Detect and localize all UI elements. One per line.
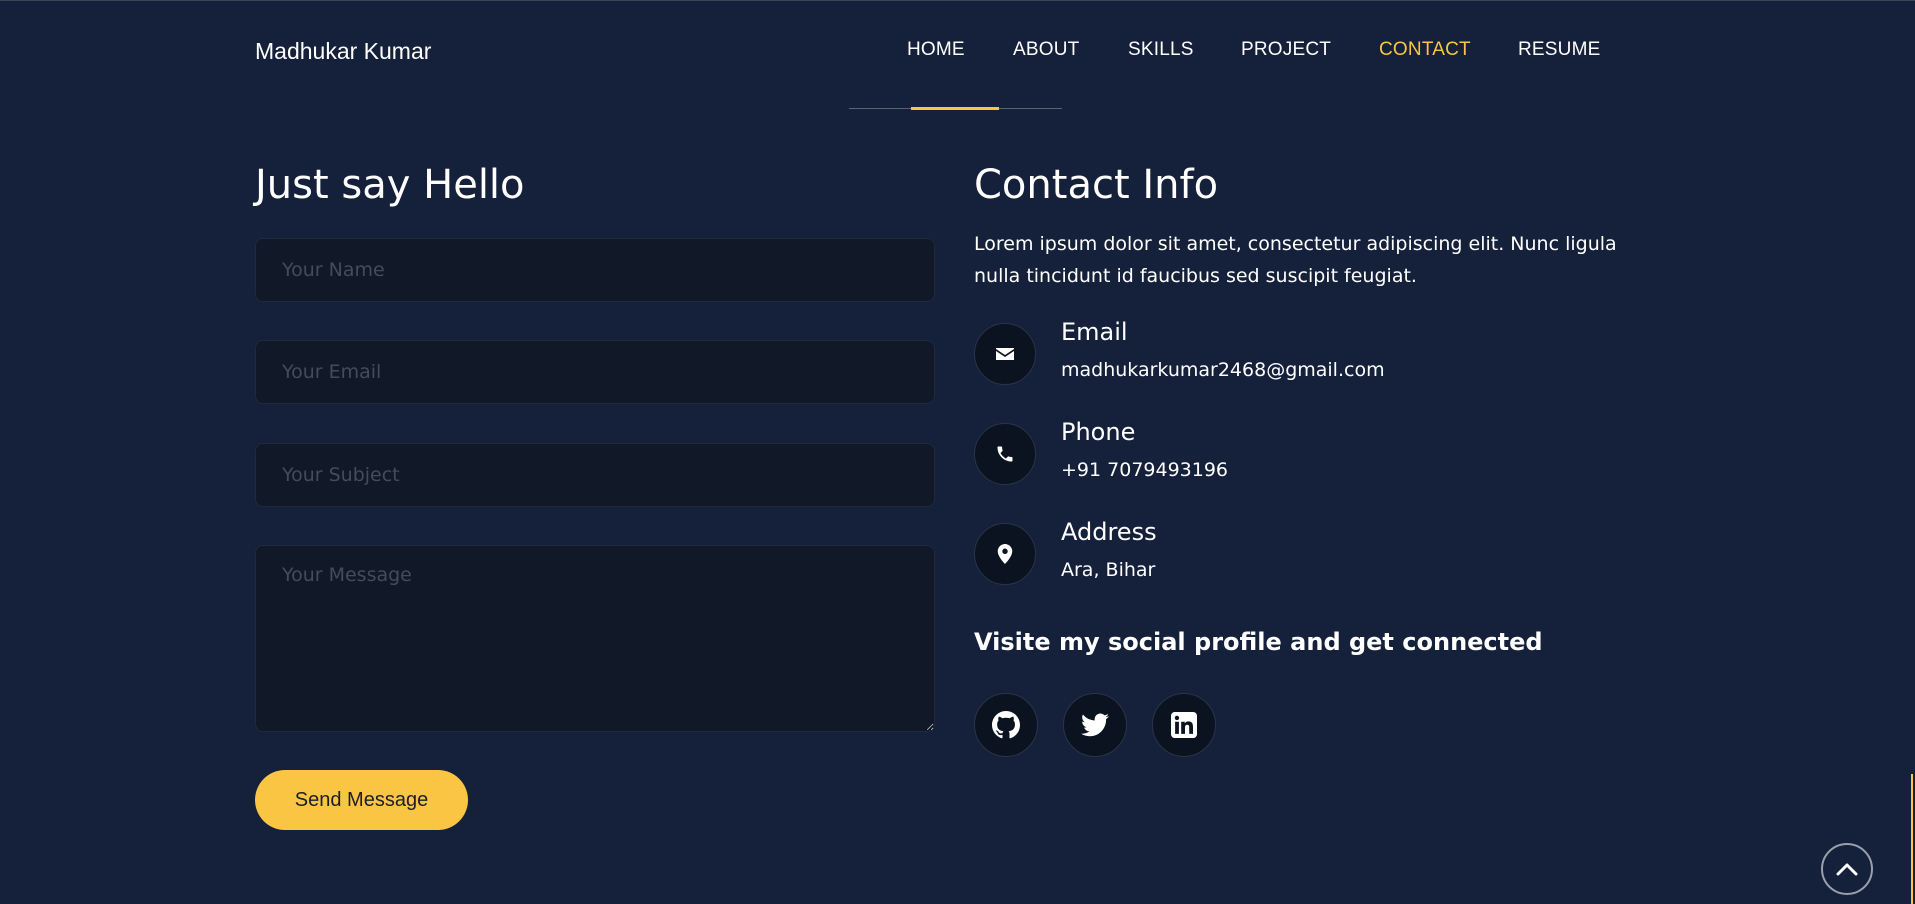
nav-item-resume[interactable]: RESUME — [1518, 39, 1601, 61]
name-field[interactable] — [255, 238, 935, 302]
nav-active-indicator — [911, 107, 999, 110]
nav-item-project[interactable]: PROJECT — [1241, 39, 1331, 61]
linkedin-icon — [1171, 712, 1197, 738]
phone-label: Phone — [1061, 418, 1136, 446]
scrollbar-indicator — [1911, 774, 1913, 904]
main-nav: HOME ABOUT SKILLS PROJECT CONTACT RESUME — [0, 39, 1915, 63]
twitter-link[interactable] — [1063, 693, 1127, 757]
message-field[interactable] — [255, 545, 935, 732]
form-title: Just say Hello — [255, 162, 525, 208]
email-field[interactable] — [255, 340, 935, 404]
email-label: Email — [1061, 318, 1128, 346]
linkedin-link[interactable] — [1152, 693, 1216, 757]
nav-item-contact[interactable]: CONTACT — [1379, 39, 1471, 61]
chevron-up-icon — [1836, 863, 1858, 876]
nav-item-skills[interactable]: SKILLS — [1128, 39, 1194, 61]
twitter-icon — [1081, 713, 1109, 737]
email-icon-circle — [974, 323, 1036, 385]
address-icon-circle — [974, 523, 1036, 585]
social-heading: Visite my social profile and get connect… — [974, 628, 1543, 656]
address-value: Ara, Bihar — [1061, 559, 1156, 581]
nav-item-about[interactable]: ABOUT — [1013, 39, 1079, 61]
top-border — [0, 0, 1915, 1]
address-label: Address — [1061, 518, 1157, 546]
subject-field[interactable] — [255, 443, 935, 507]
contact-title: Contact Info — [974, 162, 1219, 208]
scroll-to-top-button[interactable] — [1821, 843, 1873, 895]
contact-description: Lorem ipsum dolor sit amet, consectetur … — [974, 233, 1617, 287]
phone-icon — [997, 446, 1013, 462]
email-value: madhukarkumar2468@gmail.com — [1061, 359, 1385, 381]
send-message-button[interactable]: Send Message — [255, 770, 468, 830]
nav-item-home[interactable]: HOME — [907, 39, 965, 61]
github-icon — [992, 711, 1020, 739]
phone-icon-circle — [974, 423, 1036, 485]
envelope-icon — [996, 348, 1014, 360]
github-link[interactable] — [974, 693, 1038, 757]
phone-value: +91 7079493196 — [1061, 459, 1229, 481]
map-marker-icon — [997, 544, 1013, 564]
